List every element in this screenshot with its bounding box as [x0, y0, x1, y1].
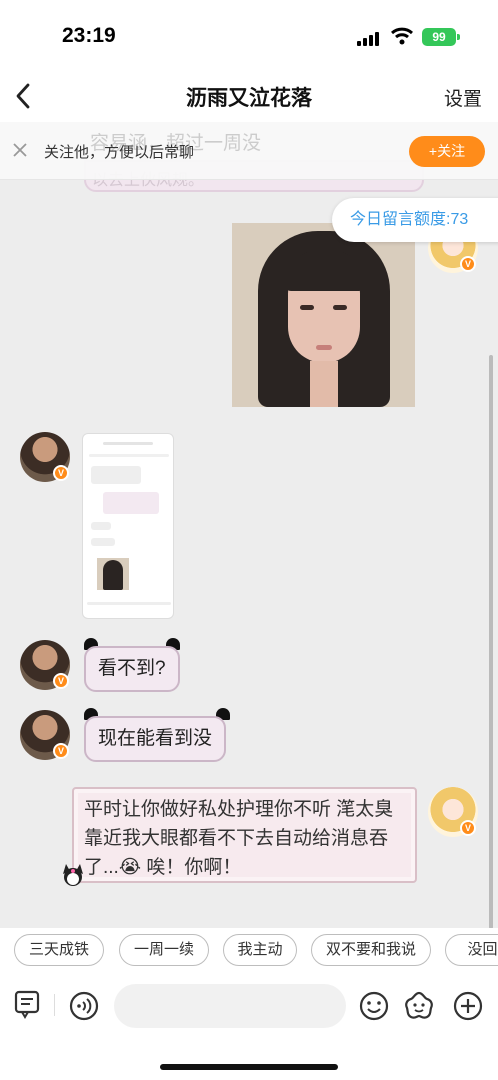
follow-prompt-text: 关注他，方便以后常聊	[44, 144, 195, 161]
nav-bar: 沥雨又泣花落 设置	[0, 70, 498, 122]
message-bubble[interactable]: 现在能看到没	[84, 716, 227, 762]
message-bubble[interactable]: 看不到?	[84, 646, 180, 692]
home-indicator	[160, 1064, 338, 1070]
quick-reply-bar: 三天成铁 一周一续 我主动 双不要和我说 没回去	[0, 928, 498, 974]
quick-reply-chip[interactable]: 我主动	[223, 934, 297, 966]
quick-reply-chip[interactable]: 没回去	[445, 934, 498, 966]
message-quota-chip[interactable]: 今日留言额度:73	[332, 198, 498, 242]
emoji-icon[interactable]	[358, 990, 390, 1022]
chat-title: 沥雨又泣花落	[186, 87, 312, 110]
message-text: 现在能看到没	[98, 728, 213, 749]
verified-badge: V	[53, 673, 69, 689]
verified-badge: V	[460, 820, 476, 836]
verified-badge: V	[460, 256, 476, 272]
quick-reply-chip[interactable]: 一周一续	[119, 934, 209, 966]
verified-badge: V	[53, 465, 69, 481]
status-bar: 23:19 99	[0, 0, 498, 70]
verified-badge: V	[53, 743, 69, 759]
message-text: 看不到?	[98, 658, 166, 679]
status-time: 23:19	[62, 24, 116, 47]
plus-icon[interactable]	[452, 990, 484, 1022]
close-icon[interactable]	[12, 142, 28, 158]
scrollbar[interactable]	[489, 355, 493, 929]
battery-icon: 99	[422, 28, 460, 46]
my-message-text: 平时让你做好私处护理你不听 滗太臭靠近我大眼都看不下去自动给消息吞了...😭 唉…	[84, 799, 394, 878]
settings-button[interactable]: 设置	[444, 84, 482, 111]
signal-icon	[357, 30, 383, 46]
input-bar	[0, 974, 498, 1080]
follow-button[interactable]: +关注	[409, 136, 485, 167]
voice-icon[interactable]	[68, 990, 100, 1022]
sticker-icon[interactable]	[403, 990, 435, 1022]
screenshot-message[interactable]	[82, 433, 174, 619]
quick-reply-chip[interactable]: 三天成铁	[14, 934, 104, 966]
kuromi-sticker-icon	[63, 864, 83, 886]
wifi-icon	[391, 27, 413, 45]
quick-reply-chip[interactable]: 双不要和我说	[311, 934, 431, 966]
photo-message[interactable]	[232, 223, 415, 407]
message-input[interactable]	[114, 984, 346, 1028]
notes-icon[interactable]	[12, 988, 44, 1020]
